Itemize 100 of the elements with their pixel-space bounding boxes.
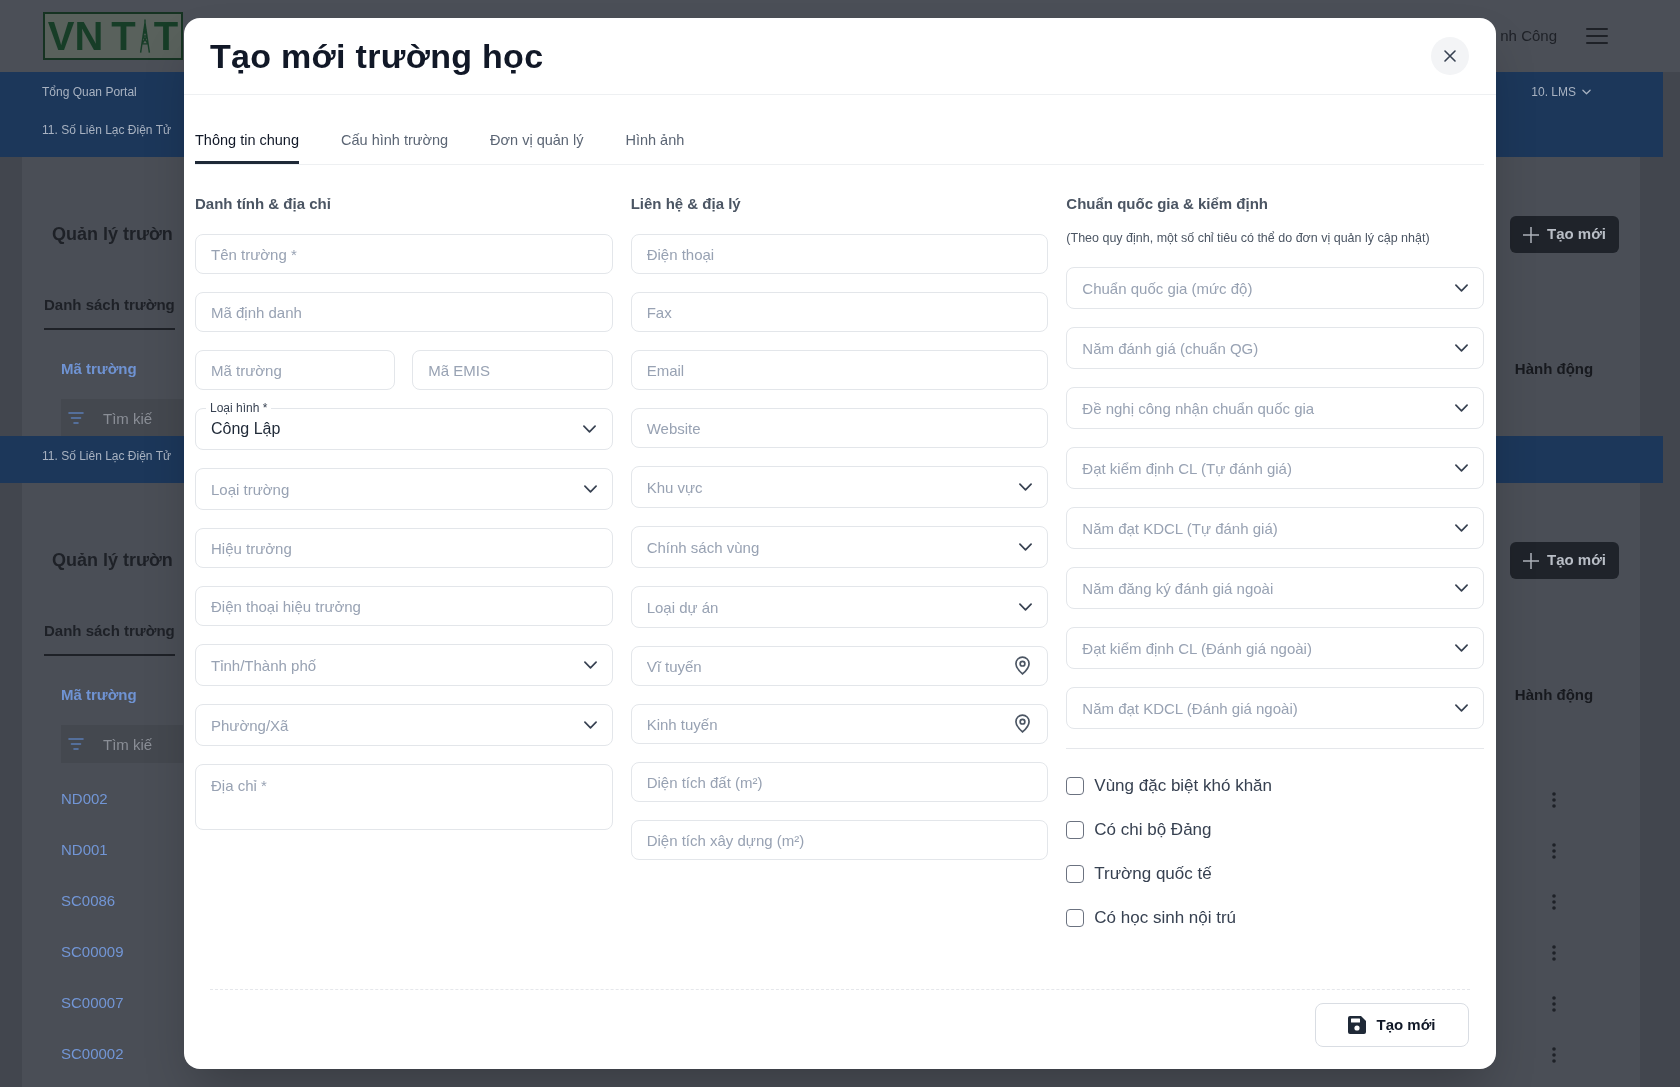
chevron-down-icon xyxy=(1455,404,1468,412)
radio-tower-icon xyxy=(137,18,152,54)
location-pin-icon[interactable] xyxy=(1015,656,1031,675)
dropdown-field[interactable]: Đạt kiểm định CL (Tự đánh giá) xyxy=(1066,447,1484,489)
chevron-down-icon xyxy=(1019,483,1033,491)
vertical-dots-icon[interactable] xyxy=(1552,842,1556,859)
dropdown-field[interactable]: Chính sách vùng xyxy=(630,526,1049,568)
dropdown-field[interactable]: Năm đánh giá (chuẩn QG) xyxy=(1066,327,1484,369)
chevron-down-icon xyxy=(1455,284,1468,292)
dropdown-field[interactable]: Tỉnh/Thành phố xyxy=(195,644,613,686)
checkbox-label: Có học sinh nội trú xyxy=(1094,907,1237,929)
vertical-dots-icon[interactable] xyxy=(1552,995,1556,1012)
location-field[interactable]: Vĩ tuyến xyxy=(630,646,1049,686)
dropdown-field[interactable]: Chuẩn quốc gia (mức độ) xyxy=(1066,267,1484,309)
checkbox[interactable] xyxy=(1066,777,1085,795)
text-field[interactable]: Website xyxy=(630,408,1049,448)
tab[interactable]: Đơn vị quản lý xyxy=(490,130,584,164)
chevron-down-icon xyxy=(1582,89,1591,95)
column-header: Mã trường xyxy=(61,358,137,379)
text-field[interactable]: Email xyxy=(630,350,1049,390)
filter-icon xyxy=(68,412,84,424)
text-field[interactable]: Diện tích đất (m²) xyxy=(630,762,1049,802)
tab[interactable]: Hình ảnh xyxy=(625,130,685,164)
section-heading: Liên hệ & địa lý xyxy=(630,194,742,214)
dropdown-field[interactable]: Loại dự án xyxy=(630,586,1049,628)
create-button[interactable]: Tạo mới xyxy=(1315,1003,1469,1047)
tab[interactable]: Thông tin chung xyxy=(195,130,299,164)
column-header: Hành động xyxy=(1514,358,1594,379)
dropdown-field[interactable]: Đề nghị công nhận chuẩn quốc gia xyxy=(1066,387,1484,429)
filter-field[interactable]: Tìm kiế xyxy=(61,399,183,436)
table-cell-text: ND002 xyxy=(61,789,108,810)
logo-text: VN xyxy=(47,14,104,58)
dropdown-field[interactable]: Đạt kiểm định CL (Đánh giá ngoài) xyxy=(1066,627,1484,669)
tab[interactable]: Cấu hình trường xyxy=(341,130,449,164)
checkbox[interactable] xyxy=(1066,821,1085,839)
close-icon xyxy=(1444,50,1456,62)
close-button[interactable] xyxy=(1431,37,1469,75)
checkbox[interactable] xyxy=(1066,865,1085,883)
section-heading: Chuẩn quốc gia & kiểm định xyxy=(1066,194,1269,214)
dropdown-field[interactable]: Khu vực xyxy=(630,466,1049,508)
chevron-down-icon xyxy=(1455,464,1468,472)
nav-item[interactable]: 11. Số Liên Lạc Điện Tử xyxy=(42,122,171,138)
text-field[interactable]: Điện thoại xyxy=(630,234,1049,274)
filter-icon xyxy=(68,738,84,750)
checkbox[interactable] xyxy=(1066,909,1085,927)
text-field[interactable]: Mã trường xyxy=(195,350,396,390)
chevron-down-icon xyxy=(583,485,597,493)
chevron-down-icon xyxy=(1455,704,1468,712)
vertical-dots-icon[interactable] xyxy=(1552,893,1556,910)
nav-item[interactable]: 10. LMS xyxy=(1531,84,1576,100)
filter-field[interactable]: Tìm kiế xyxy=(61,725,183,763)
chevron-down-icon xyxy=(1455,344,1468,352)
plus-icon xyxy=(1523,552,1539,569)
table-cell-text: SC0086 xyxy=(61,891,116,912)
dialog-title: Tạo mới trường học xyxy=(210,36,544,76)
field-label: Loại hình * xyxy=(206,400,272,416)
column-header: Hành động xyxy=(1514,684,1594,705)
section-heading: Danh tính & địa chỉ xyxy=(195,194,332,214)
vertical-dots-icon[interactable] xyxy=(1552,944,1556,961)
menu-icon[interactable] xyxy=(1586,28,1608,44)
chevron-down-icon xyxy=(1455,644,1468,652)
chevron-down-icon xyxy=(583,661,597,669)
table-cell-text: SC00009 xyxy=(61,942,124,963)
text-field[interactable]: Hiệu trưởng xyxy=(195,528,613,568)
text-field[interactable]: Diện tích xây dựng (m²) xyxy=(630,820,1049,860)
text-field[interactable]: Mã định danh xyxy=(195,292,613,332)
dropdown-field[interactable]: Năm đạt KDCL (Tự đánh giá) xyxy=(1066,507,1484,549)
text-field[interactable]: Mã EMIS xyxy=(412,350,613,390)
text-field[interactable]: Fax xyxy=(630,292,1049,332)
location-pin-icon[interactable] xyxy=(1015,714,1031,733)
chevron-down-icon xyxy=(1019,603,1033,611)
chevron-down-icon xyxy=(583,721,597,729)
logo-text: T xyxy=(111,14,136,58)
checkbox-label: Có chi bộ Đảng xyxy=(1094,819,1212,841)
column-header: Mã trường xyxy=(61,684,137,705)
table-cell-text: ND001 xyxy=(61,840,108,861)
chevron-down-icon xyxy=(1019,543,1033,551)
text-field[interactable]: Điện thoại hiệu trưởng xyxy=(195,586,613,626)
dropdown-field[interactable]: Loại trường xyxy=(195,468,613,510)
dropdown-field[interactable]: Năm đăng ký đánh giá ngoài xyxy=(1066,567,1484,609)
chevron-down-icon xyxy=(1455,524,1468,532)
nav-item[interactable]: Tổng Quan Portal xyxy=(42,84,171,100)
location-field[interactable]: Kinh tuyến xyxy=(630,704,1049,744)
text-field[interactable]: Tên trường * xyxy=(195,234,613,274)
section-note: (Theo quy định, một số chỉ tiêu có thể do đơn vị quản lý cập nhật) xyxy=(1066,230,1431,246)
create-button[interactable]: Tạo mới xyxy=(1510,216,1619,253)
chevron-down-icon xyxy=(1455,584,1468,592)
logo-text: T xyxy=(153,14,179,58)
dropdown-field[interactable]: Năm đạt KDCL (Đánh giá ngoài) xyxy=(1066,687,1484,729)
chevron-down-icon xyxy=(582,425,596,433)
nav-item[interactable]: 11. Số Liên Lạc Điện Tử xyxy=(42,448,171,464)
dropdown-field[interactable]: Phường/Xã xyxy=(195,704,613,746)
plus-icon xyxy=(1523,226,1539,243)
create-button[interactable]: Tạo mới xyxy=(1510,542,1619,579)
table-cell-text: SC00002 xyxy=(61,1044,124,1065)
vertical-dots-icon[interactable] xyxy=(1552,791,1556,808)
table-cell-text: SC00007 xyxy=(61,993,124,1014)
vertical-dots-icon[interactable] xyxy=(1552,1046,1556,1063)
text-area-field[interactable]: Địa chỉ * xyxy=(195,764,613,830)
checkbox-label: Trường quốc tế xyxy=(1094,863,1212,885)
